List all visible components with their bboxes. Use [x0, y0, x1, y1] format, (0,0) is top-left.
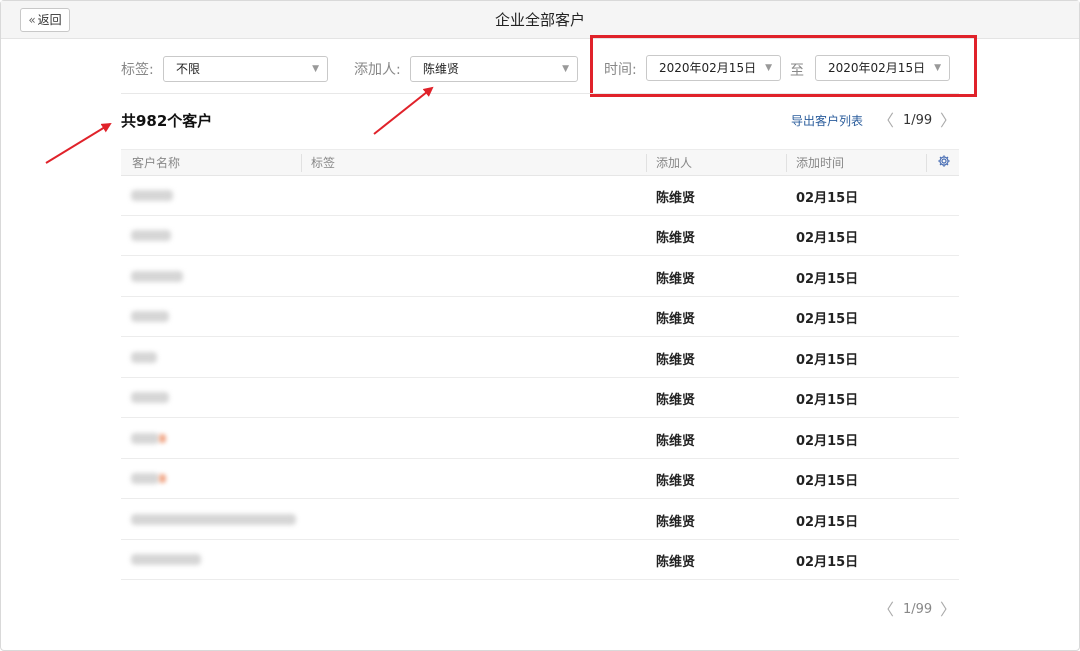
row-adder: 陈维贤: [656, 272, 696, 287]
table-row[interactable]: 陈维贤 02月15日: [121, 500, 959, 540]
column-header-add-time[interactable]: 添加时间: [796, 150, 844, 176]
row-add-time: 02月15日: [796, 434, 859, 449]
column-divider: [926, 154, 927, 172]
table-row[interactable]: 陈维贤 02月15日: [121, 459, 959, 499]
row-adder: 陈维贤: [656, 191, 696, 206]
customer-name-redacted: [131, 473, 159, 484]
column-header-customer-name[interactable]: 客户名称: [132, 150, 180, 176]
row-adder: 陈维贤: [656, 353, 696, 368]
next-page-icon[interactable]: 〉: [940, 602, 956, 618]
row-add-time: 02月15日: [796, 353, 859, 368]
table-row[interactable]: 陈维贤 02月15日: [121, 378, 959, 418]
emoji-redacted: [159, 434, 166, 443]
customer-count: 共982个客户: [121, 112, 213, 130]
customer-name-redacted: [131, 554, 201, 565]
row-adder: 陈维贤: [656, 474, 696, 489]
dropdown-arrow-icon: ▼: [312, 64, 319, 74]
row-add-time: 02月15日: [796, 474, 859, 489]
customer-name-redacted: [131, 311, 169, 322]
dropdown-arrow-icon: ▼: [562, 64, 569, 74]
row-add-time: 02月15日: [796, 272, 859, 287]
page-title: 企业全部客户: [494, 11, 585, 29]
row-adder: 陈维贤: [656, 555, 696, 570]
row-adder: 陈维贤: [656, 231, 696, 246]
row-adder: 陈维贤: [656, 312, 696, 327]
prev-page-icon[interactable]: 〈: [878, 602, 894, 618]
back-button[interactable]: «返回: [20, 8, 70, 32]
emoji-redacted: [159, 474, 166, 483]
customer-name-redacted: [131, 352, 157, 363]
table-row[interactable]: 陈维贤 02月15日: [121, 338, 959, 378]
back-button-label: 返回: [37, 13, 62, 27]
row-add-time: 02月15日: [796, 191, 859, 206]
column-divider: [646, 154, 647, 172]
column-header-adder[interactable]: 添加人: [656, 150, 692, 176]
export-customer-list-link[interactable]: 导出客户列表: [791, 112, 863, 129]
tag-filter-label: 标签:: [121, 62, 154, 78]
column-divider: [786, 154, 787, 172]
row-add-time: 02月15日: [796, 312, 859, 327]
row-adder: 陈维贤: [656, 515, 696, 530]
double-chevron-left-icon: «: [28, 13, 36, 27]
column-divider: [301, 154, 302, 172]
footer-page-indicator: 1/99: [903, 602, 933, 617]
customer-name-redacted: [131, 190, 173, 201]
time-filter-highlight-box: [590, 35, 977, 97]
table-row[interactable]: 陈维贤 02月15日: [121, 419, 959, 459]
table-row[interactable]: 陈维贤 02月15日: [121, 216, 959, 256]
table-row[interactable]: 陈维贤 02月15日: [121, 257, 959, 297]
customer-name-redacted: [131, 271, 183, 282]
row-add-time: 02月15日: [796, 231, 859, 246]
table-row[interactable]: 陈维贤 02月15日: [121, 176, 959, 216]
adder-filter-label: 添加人:: [354, 62, 401, 78]
adder-select[interactable]: 陈维贤 ▼: [410, 56, 578, 82]
prev-page-icon[interactable]: 〈: [878, 113, 894, 129]
row-adder: 陈维贤: [656, 434, 696, 449]
row-adder: 陈维贤: [656, 393, 696, 408]
tag-select[interactable]: 不限 ▼: [163, 56, 328, 82]
row-add-time: 02月15日: [796, 515, 859, 530]
customer-name-redacted: [131, 433, 159, 444]
row-add-time: 02月15日: [796, 393, 859, 408]
filter-divider: [121, 93, 959, 94]
next-page-icon[interactable]: 〉: [940, 113, 956, 129]
customer-name-redacted: [131, 230, 171, 241]
customer-name-redacted: [131, 514, 296, 525]
tag-select-value: 不限: [176, 62, 201, 76]
table-row[interactable]: 陈维贤 02月15日: [121, 297, 959, 337]
page-indicator: 1/99: [903, 113, 933, 128]
settings-gear-icon[interactable]: [937, 154, 951, 168]
title-bar: 企业全部客户 «返回: [1, 1, 1079, 39]
table-row[interactable]: 陈维贤 02月15日: [121, 540, 959, 580]
column-header-tags[interactable]: 标签: [311, 150, 335, 176]
row-add-time: 02月15日: [796, 555, 859, 570]
customer-name-redacted: [131, 392, 169, 403]
adder-select-value: 陈维贤: [423, 62, 460, 76]
table-header: 客户名称 标签 添加人 添加时间: [121, 149, 959, 176]
